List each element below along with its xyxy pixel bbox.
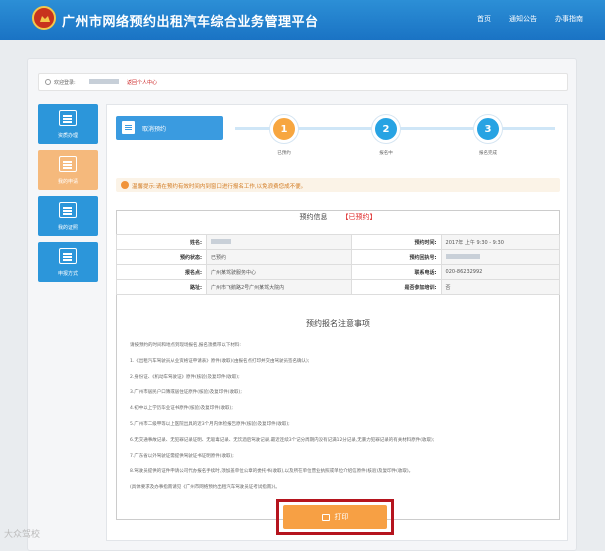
appointment-info-table: 姓名: 预约时间: 2017年 上午 9:30 - 9:30 预约状态: 已预约… bbox=[116, 234, 561, 295]
table-row: 报名点: 广州某驾驶服务中心 联系电话: 020-86232992 bbox=[116, 264, 561, 280]
notes-list: 请按预约的时间和地点到现场报名,报名须携带以下材料: 1.《出租汽车驾驶员从业资… bbox=[130, 338, 550, 496]
sidebar-item-label: 资质办理 bbox=[57, 133, 78, 139]
step-3: 3 bbox=[474, 115, 502, 143]
field-label: 联系电话: bbox=[350, 264, 442, 280]
nav-guide[interactable]: 办事指南 bbox=[555, 14, 583, 24]
field-label: 预约状态: bbox=[116, 249, 207, 265]
table-row: 路址: 广州市飞鹅路2号广州某驾大院内 是否参加培训: 否 bbox=[116, 279, 561, 295]
warning-icon bbox=[121, 181, 129, 189]
field-value: 020-86232992 bbox=[440, 264, 561, 280]
warm-tip-text: 温馨提示:请在预约有效时间内到窗口进行报名工作,以免浪费您成不便。 bbox=[132, 184, 307, 190]
step-1-label: 已预约 bbox=[277, 151, 291, 156]
document-icon bbox=[59, 248, 77, 264]
watermark: 大众驾校 bbox=[4, 530, 41, 540]
field-value: 否 bbox=[440, 279, 561, 295]
list-item: 6.无交通事故记录、无犯罪记录证明、无吸毒记录、无饮酒后驾驶记录,最近连续3个记… bbox=[130, 437, 435, 443]
personal-center-link[interactable]: 返回个人中心 bbox=[127, 79, 157, 86]
welcome-label: 欢迎登录: bbox=[54, 80, 76, 86]
field-label: 预约回执号: bbox=[350, 249, 442, 265]
print-label: 打印 bbox=[334, 513, 349, 521]
username-redacted bbox=[89, 79, 119, 84]
step-3-label: 报名完成 bbox=[479, 151, 497, 156]
top-nav: 首页 通知公告 办事指南 bbox=[477, 14, 583, 24]
location-icon bbox=[45, 79, 51, 85]
status-badge: 【已预约】 bbox=[341, 213, 377, 221]
cancel-appointment-label: 取消预约 bbox=[142, 126, 167, 133]
site-title: 广州市网络预约出租汽车综合业务管理平台 bbox=[62, 15, 319, 30]
field-value: 广州市飞鹅路2号广州某驾大院内 bbox=[206, 279, 352, 295]
step-2: 2 bbox=[372, 115, 400, 143]
sidebar-item-label: 我的申请 bbox=[57, 179, 78, 185]
sidebar-item-application-methods[interactable]: 申报方式 bbox=[38, 242, 98, 282]
redacted-receipt bbox=[445, 254, 480, 259]
site-logo bbox=[32, 6, 56, 30]
field-label: 是否参加培训: bbox=[350, 279, 442, 295]
field-value: 2017年 上午 9:30 - 9:30 bbox=[440, 234, 561, 250]
field-value: 已预约 bbox=[206, 249, 352, 265]
list-item: 2.身份证、《机动车驾驶证》原件(核验)及复印件(收取); bbox=[130, 374, 240, 380]
field-value bbox=[206, 234, 352, 250]
welcome-bar: 欢迎登录: 返回个人中心 bbox=[38, 73, 568, 91]
table-row: 预约状态: 已预约 预约回执号: bbox=[116, 249, 561, 265]
nav-notices[interactable]: 通知公告 bbox=[509, 14, 537, 24]
step-1: 1 bbox=[270, 115, 298, 143]
redacted-name bbox=[211, 239, 231, 244]
printer-icon bbox=[321, 513, 330, 521]
list-item: 5.广州市二级甲等以上医院出具的近3个月内体检报告原件(核验)及复印件(收取); bbox=[130, 421, 290, 427]
edit-form-icon bbox=[59, 156, 77, 172]
nav-home[interactable]: 首页 bbox=[477, 14, 491, 24]
sidebar-item-label: 我的证照 bbox=[57, 225, 78, 231]
print-button[interactable]: 打印 bbox=[283, 505, 387, 529]
field-label: 路址: bbox=[116, 279, 207, 295]
sidebar-item-label: 申报方式 bbox=[57, 271, 78, 277]
field-label: 报名点: bbox=[116, 264, 207, 280]
field-value: 广州某驾驶服务中心 bbox=[206, 264, 352, 280]
list-item: 1.《出租汽车驾驶员从业资格证申请表》原件(收取)(由报名点打印并交由驾驶员签名… bbox=[130, 358, 310, 364]
document-icon bbox=[122, 121, 135, 134]
sidebar-item-qualification[interactable]: 资质办理 bbox=[38, 104, 98, 144]
step-2-label: 报名中 bbox=[379, 151, 393, 156]
field-value bbox=[440, 249, 561, 265]
cancel-appointment-button[interactable]: 取消预约 bbox=[116, 116, 223, 140]
list-item: 8.驾驶员提供的证件申请公司代办报名手续时,须加盖单位公章的委托书(收取),以及… bbox=[130, 469, 414, 475]
table-row: 姓名: 预约时间: 2017年 上午 9:30 - 9:30 bbox=[116, 234, 561, 250]
info-title-text: 预约信息 bbox=[299, 213, 328, 221]
id-card-icon bbox=[59, 110, 77, 126]
top-header: 广州市网络预约出租汽车综合业务管理平台 首页 通知公告 办事指南 bbox=[0, 0, 605, 40]
list-item: 3.广州市居民户口簿或居住证原件(核验)及复印件(收取); bbox=[130, 390, 242, 396]
sidebar-item-my-licenses[interactable]: 我的证照 bbox=[38, 196, 98, 236]
list-item: 请按预约的时间和地点到现场报名,报名须携带以下材料: bbox=[130, 343, 241, 348]
field-label: 预约时间: bbox=[350, 234, 442, 250]
list-item: 7.广东省以外驾驶证需提供驾驶证书证明原件(收取); bbox=[130, 453, 234, 459]
info-title: 预约信息 【已预约】 bbox=[116, 212, 560, 230]
list-item: 4.初中以上学历毕业证书原件(核验)及复印件(收取); bbox=[130, 406, 233, 412]
warm-tip: 温馨提示:请在预约有效时间内到窗口进行报名工作,以免浪费您成不便。 bbox=[116, 178, 560, 192]
notes-title: 预约报名注意事项 bbox=[306, 319, 370, 328]
field-label: 姓名: bbox=[116, 234, 207, 250]
list-item: (具体要求及办事指南请见《广州市网络预约出租汽车驾驶员证考试指南》)。 bbox=[130, 485, 280, 491]
license-icon bbox=[59, 202, 77, 218]
sidebar-item-my-applications[interactable]: 我的申请 bbox=[38, 150, 98, 190]
